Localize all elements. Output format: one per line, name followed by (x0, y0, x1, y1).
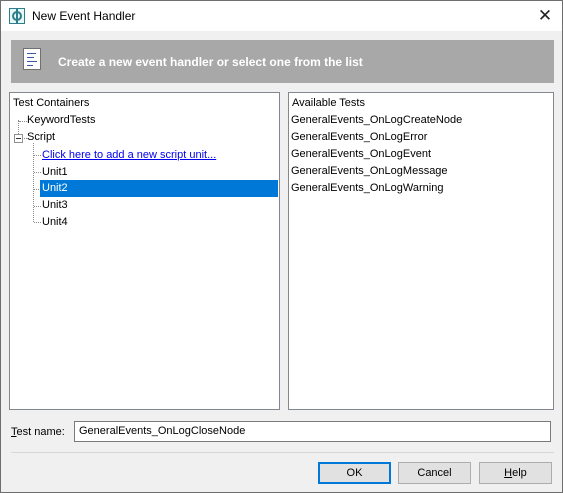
banner: Create a new event handler or select one… (11, 40, 554, 83)
list-item[interactable]: GeneralEvents_OnLogError (291, 129, 427, 146)
collapse-icon[interactable] (14, 134, 23, 143)
tree-item-unit4[interactable]: Unit4 (42, 214, 68, 231)
tree-item-unit3[interactable]: Unit3 (42, 197, 68, 214)
available-tests-header: Available Tests (292, 97, 365, 109)
tree-item-script[interactable]: Script (27, 129, 55, 146)
tree-item-unit2[interactable]: Unit2 (40, 180, 278, 197)
tree-connector (19, 121, 27, 122)
tree-item-keywordtests[interactable]: KeywordTests (27, 112, 95, 129)
list-item[interactable]: GeneralEvents_OnLogCreateNode (291, 112, 462, 129)
tree-connector (34, 206, 41, 207)
available-tests-panel[interactable]: Available Tests GeneralEvents_OnLogCreat… (288, 92, 554, 410)
test-name-label-text: est name: (16, 426, 65, 438)
help-label-text: elp (512, 467, 527, 479)
test-containers-panel[interactable]: Test Containers KeywordTests Script Clic… (9, 92, 280, 410)
test-containers-header: Test Containers (13, 97, 90, 109)
list-item[interactable]: GeneralEvents_OnLogMessage (291, 163, 448, 180)
close-button[interactable]: ✕ (528, 1, 562, 31)
ok-button[interactable]: OK (318, 462, 391, 484)
tree-connector (34, 172, 41, 173)
cancel-button[interactable]: Cancel (398, 462, 471, 484)
title-bar: New Event Handler ✕ (1, 1, 562, 31)
help-mnemonic: H (504, 467, 513, 479)
add-script-unit-link[interactable]: Click here to add a new script unit... (42, 147, 216, 164)
window-title: New Event Handler (32, 9, 136, 23)
list-item[interactable]: GeneralEvents_OnLogEvent (291, 146, 431, 163)
list-item[interactable]: GeneralEvents_OnLogWarning (291, 180, 443, 197)
banner-text: Create a new event handler or select one… (58, 55, 363, 69)
script-document-icon (23, 48, 41, 70)
tree-connector (34, 222, 41, 223)
new-event-handler-dialog: New Event Handler ✕ Create a new event h… (0, 0, 563, 493)
test-name-input[interactable]: GeneralEvents_OnLogCloseNode (74, 421, 551, 442)
test-name-label: Test name: (11, 426, 65, 438)
app-icon (9, 8, 25, 24)
tree-connector (34, 155, 41, 156)
divider (11, 452, 554, 453)
tree-item-unit1[interactable]: Unit1 (42, 164, 68, 181)
help-button[interactable]: Help (479, 462, 552, 484)
